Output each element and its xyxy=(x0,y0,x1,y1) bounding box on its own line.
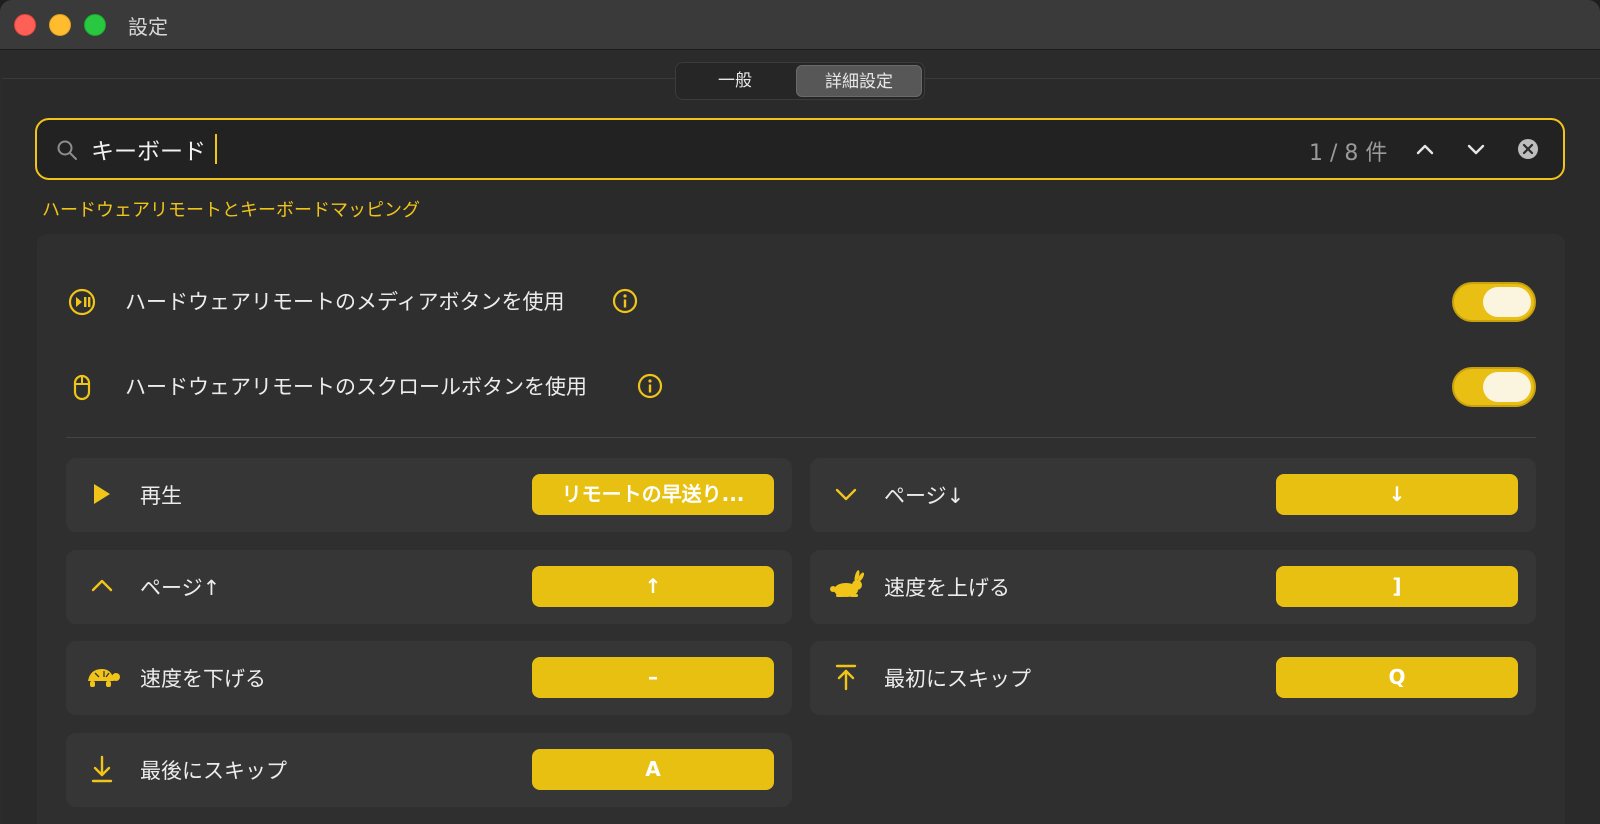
skip-to-start-icon xyxy=(835,664,857,691)
mapping-label: 速度を上げる xyxy=(884,576,1010,600)
toggle-label: ハードウェアリモートのスクロールボタンを使用 xyxy=(125,375,587,399)
info-icon[interactable] xyxy=(636,372,664,400)
divider xyxy=(66,437,1536,438)
minimize-window-button[interactable] xyxy=(49,14,71,36)
play-icon xyxy=(94,484,110,504)
mapping-card-speed-down: 速度を下げる – xyxy=(66,641,792,715)
mapping-card-page-up: ページ↑ ↑ xyxy=(66,550,792,624)
clear-search-button[interactable] xyxy=(1514,135,1542,163)
toggle-knob xyxy=(1483,287,1531,317)
media-buttons-toggle[interactable] xyxy=(1452,282,1536,322)
key-assignment-button[interactable]: ↑ xyxy=(532,566,774,607)
mapping-label: ページ↑ xyxy=(140,576,221,600)
maximize-window-button[interactable] xyxy=(84,14,106,36)
key-assignment-button[interactable]: ↓ xyxy=(1276,474,1518,515)
mapping-card-skip-to-start: 最初にスキップ Q xyxy=(810,641,1536,715)
mouse-icon xyxy=(73,374,91,401)
skip-to-end-icon xyxy=(91,755,113,783)
settings-window: 設定 一般 詳細設定 1 / 8 件 ハードウェアリモートとキーボードマッピング xyxy=(0,0,1600,824)
search-bar: 1 / 8 件 xyxy=(35,118,1565,180)
key-assignment-button[interactable]: – xyxy=(532,657,774,698)
mapping-card-skip-to-end: 最後にスキップ A xyxy=(66,733,792,807)
previous-result-button[interactable] xyxy=(1409,133,1441,165)
turtle-icon xyxy=(88,669,120,687)
mapping-label: 再生 xyxy=(140,484,182,508)
section-title[interactable]: ハードウェアリモートとキーボードマッピング xyxy=(42,196,420,222)
chevron-up-icon xyxy=(91,579,113,592)
mapping-label: 速度を下げる xyxy=(140,667,266,691)
mapping-label: ページ↓ xyxy=(884,484,965,508)
search-icon xyxy=(57,140,77,160)
next-result-button[interactable] xyxy=(1460,133,1492,165)
tab-bar: 一般 詳細設定 xyxy=(675,62,925,100)
toggle-label: ハードウェアリモートのメディアボタンを使用 xyxy=(125,290,565,314)
toggle-knob xyxy=(1483,372,1531,402)
search-input[interactable] xyxy=(91,130,991,168)
chevron-down-icon xyxy=(835,488,857,501)
rabbit-icon xyxy=(830,570,865,597)
key-assignment-button[interactable]: リモートの早送り... xyxy=(532,474,774,515)
key-assignment-button[interactable]: Q xyxy=(1276,657,1518,698)
mapping-card-play: 再生 リモートの早送り... xyxy=(66,458,792,532)
play-pause-circle-icon xyxy=(68,288,96,316)
info-icon[interactable] xyxy=(611,287,639,315)
mapping-card-speed-up: 速度を上げる ] xyxy=(810,550,1536,624)
title-bar: 設定 xyxy=(0,0,1600,50)
search-result-count: 1 / 8 件 xyxy=(1309,141,1388,166)
mapping-card-page-down: ページ↓ ↓ xyxy=(810,458,1536,532)
toggle-row-media-buttons: ハードウェアリモートのメディアボタンを使用 xyxy=(66,272,1536,332)
close-window-button[interactable] xyxy=(14,14,36,36)
tab-advanced[interactable]: 詳細設定 xyxy=(796,65,922,97)
key-assignment-button[interactable]: A xyxy=(532,749,774,790)
mapping-label: 最初にスキップ xyxy=(884,667,1031,691)
mapping-label: 最後にスキップ xyxy=(140,759,287,783)
tab-general[interactable]: 一般 xyxy=(680,65,790,97)
toggle-row-scroll-buttons: ハードウェアリモートのスクロールボタンを使用 xyxy=(66,357,1536,417)
text-caret xyxy=(215,134,217,164)
window-title: 設定 xyxy=(128,15,168,39)
key-assignment-button[interactable]: ] xyxy=(1276,566,1518,607)
scroll-buttons-toggle[interactable] xyxy=(1452,367,1536,407)
